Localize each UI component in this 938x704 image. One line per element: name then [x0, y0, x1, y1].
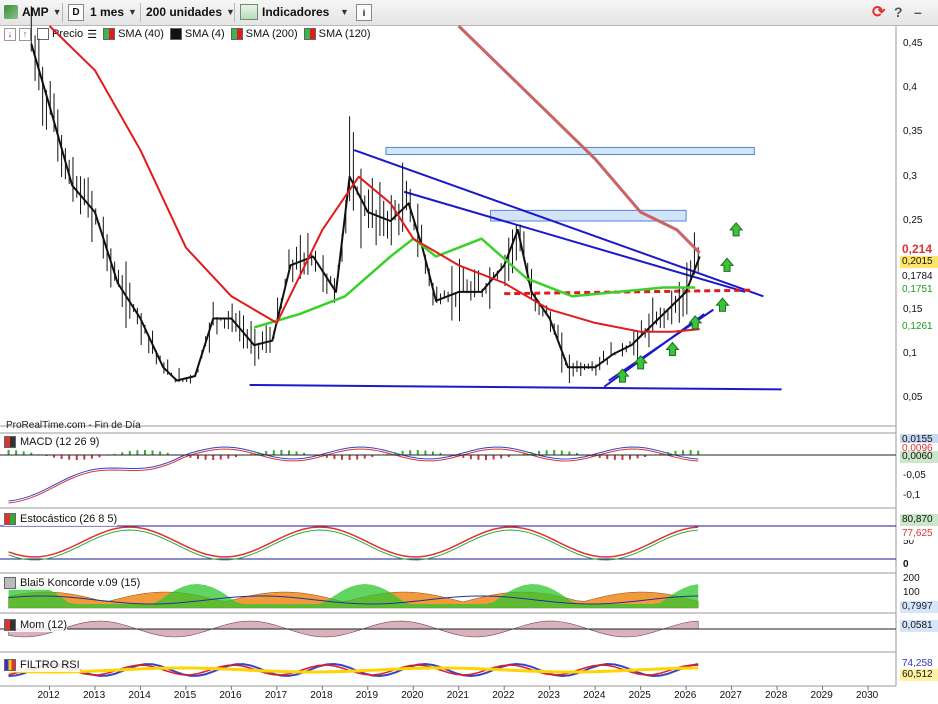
resistance-zone-0: [385, 146, 755, 156]
macd-tick: -0,05: [903, 470, 926, 481]
macd-tick: -0,1: [903, 490, 921, 501]
trendline-2: [249, 383, 782, 391]
rsi-swatch: [4, 659, 16, 671]
stoch-tag: 80,870: [900, 514, 938, 526]
price-tag-last: 0,214: [900, 242, 938, 256]
time-tick: 2015: [173, 690, 197, 701]
stoch-k-line: [8, 526, 699, 558]
time-tick: 2022: [492, 690, 515, 701]
price-tick: 0,4: [903, 82, 917, 94]
buy-arrow-icon: [719, 257, 735, 272]
macd-tag: 0,0060: [900, 451, 938, 463]
chart-canvas[interactable]: [0, 0, 938, 704]
price-tick: 0,45: [903, 37, 923, 49]
buy-arrow-icon: [729, 222, 744, 237]
time-tick: 2016: [219, 690, 242, 701]
buy-arrow-icon: [715, 297, 730, 312]
time-tick: 2017: [264, 690, 288, 701]
koncorde-swatch: [4, 577, 16, 589]
time-tick: 2018: [310, 690, 333, 701]
price-tick: 0,15: [903, 303, 923, 315]
mom-swatch: [4, 619, 16, 631]
price-tick: 0,25: [903, 215, 923, 226]
price-tag-sma4: 0,1784: [900, 271, 938, 283]
time-tick: 2019: [355, 690, 379, 701]
time-tick: 2025: [628, 690, 651, 701]
price-tick: 0,05: [903, 392, 923, 404]
time-tick: 2021: [446, 690, 469, 701]
macd-label[interactable]: MACD (12 26 9): [4, 435, 100, 449]
price-tick: 0,1: [903, 347, 917, 359]
price-tick: 0,35: [903, 126, 923, 138]
time-tick: 2024: [583, 690, 606, 701]
buy-arrow-icon: [665, 341, 680, 357]
stoch-label-text: Estocástico (26 8 5): [20, 513, 118, 525]
macd-signal-line: [8, 448, 699, 504]
time-tick: 2030: [855, 690, 879, 701]
koncorde-tick: 100: [903, 587, 920, 598]
series-sma-120-: [48, 25, 700, 333]
time-tick: 2012: [37, 690, 60, 701]
koncorde-label[interactable]: Blai5 Koncorde v.09 (15): [4, 576, 141, 590]
koncorde-tag: 0,7997: [900, 601, 938, 613]
stoch-label[interactable]: Estocástico (26 8 5): [4, 512, 118, 526]
time-tick: 2028: [765, 690, 788, 701]
macd-label-text: MACD (12 26 9): [20, 436, 100, 448]
stoch-tag: 77,625: [900, 528, 938, 540]
macd-swatch: [4, 436, 16, 448]
time-tick: 2029: [810, 690, 833, 701]
price-tag-sma40: 0,1751: [900, 284, 938, 296]
price-tick: 0,3: [903, 170, 917, 182]
mom-tag: 0,0581: [900, 620, 938, 632]
watermark: ProRealTime.com - Fin de Día: [6, 420, 141, 431]
price-tag-close: 0,2015: [900, 256, 938, 268]
rsi-label-text: FILTRO RSI: [20, 659, 80, 671]
stoch-tick: 0: [903, 559, 909, 570]
rsi-tag: 60,512: [900, 669, 938, 681]
time-tick: 2013: [82, 690, 106, 701]
time-tick: 2014: [128, 690, 151, 701]
stoch-swatch: [4, 513, 16, 525]
time-tick: 2026: [674, 690, 697, 701]
time-tick: 2023: [537, 690, 560, 701]
koncorde-tick: 200: [903, 573, 920, 584]
mom-label[interactable]: Mom (12): [4, 618, 68, 632]
time-tick: 2020: [401, 690, 424, 701]
time-tick: 2027: [719, 690, 742, 701]
koncorde-label-text: Blai5 Koncorde v.09 (15): [20, 577, 141, 589]
rsi-label[interactable]: FILTRO RSI: [4, 658, 80, 672]
mom-label-text: Mom (12): [20, 619, 68, 631]
price-tag-sma120: 0,1261: [900, 321, 938, 333]
